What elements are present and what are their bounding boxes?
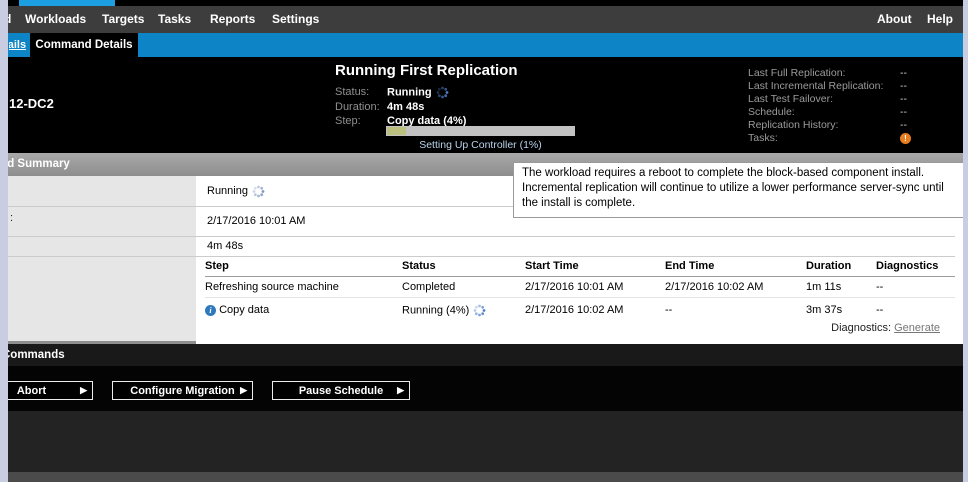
duration-field: Duration:4m 48s — [335, 101, 424, 114]
page-canvas: d Workloads Targets Tasks Reports Settin… — [0, 0, 968, 482]
main-nav: d Workloads Targets Tasks Reports Settin… — [8, 6, 963, 33]
arrow-right-icon: ▶ — [240, 386, 247, 395]
progress-fill — [387, 127, 406, 135]
nav-item-workloads[interactable]: Workloads — [25, 6, 86, 33]
commands-panel: Abort ▶ Configure Migration ▶ Pause Sche… — [8, 366, 963, 411]
progress-subtext: Setting Up Controller (1%) — [386, 139, 575, 151]
generate-diagnostics-link[interactable]: Generate — [894, 322, 940, 334]
info-icon[interactable]: i — [205, 305, 216, 316]
col-duration: Duration — [806, 260, 876, 272]
steps-table: Step Status Start Time End Time Duration… — [205, 256, 955, 322]
table-row: i Copy data Running (4%) 2/17/2016 10:02… — [205, 298, 955, 322]
replication-history-row: Replication History:-- — [748, 119, 907, 131]
tasks-warning-icon[interactable]: ! — [900, 133, 911, 144]
status-label: Status: — [335, 86, 387, 98]
replication-title: Running First Replication — [335, 62, 518, 79]
commands-title: Commands — [8, 344, 65, 366]
col-start-time: Start Time — [525, 260, 665, 272]
last-incremental-replication-row: Last Incremental Replication:-- — [748, 80, 907, 92]
nav-item-settings[interactable]: Settings — [272, 6, 319, 33]
tasks-row: Tasks:! — [748, 132, 911, 144]
progress-bar — [386, 126, 575, 136]
col-diagnostics: Diagnostics — [876, 260, 955, 272]
schedule-row: Schedule:-- — [748, 106, 907, 118]
col-status: Status — [402, 260, 525, 272]
col-step: Step — [205, 260, 402, 272]
diagnostics-line: Diagnostics: Generate — [831, 322, 940, 334]
summary-status-value: Running — [207, 185, 248, 197]
commands-header: Commands — [8, 344, 963, 366]
last-full-replication-row: Last Full Replication:-- — [748, 67, 907, 79]
nav-item-help[interactable]: Help — [927, 6, 953, 33]
workload-header: 12-DC2 Running First Replication Status:… — [8, 57, 963, 153]
last-test-failover-row: Last Test Failover:-- — [748, 93, 907, 105]
nav-item-reports[interactable]: Reports — [210, 6, 255, 33]
nav-item-targets[interactable]: Targets — [102, 6, 144, 33]
summary-start-value: 2/17/2016 10:01 AM — [207, 215, 305, 227]
pause-schedule-button[interactable]: Pause Schedule ▶ — [272, 381, 410, 400]
summary-row-duration: 4m 48s — [8, 236, 955, 257]
duration-value: 4m 48s — [387, 101, 424, 113]
tab-command-details[interactable]: Command Details — [30, 33, 138, 57]
workload-name: 12-DC2 — [9, 96, 54, 111]
status-field: Status:Running — [335, 86, 449, 99]
duration-label: Duration: — [335, 101, 387, 113]
app-window: d Workloads Targets Tasks Reports Settin… — [8, 0, 963, 482]
diagnostics-label: Diagnostics: — [831, 322, 891, 334]
abort-button[interactable]: Abort ▶ — [8, 381, 93, 400]
nav-item-fragment[interactable]: d — [8, 6, 13, 33]
arrow-right-icon: ▶ — [397, 386, 404, 395]
steps-table-header: Step Status Start Time End Time Duration… — [205, 256, 955, 277]
spinner-icon — [252, 185, 265, 198]
tab-bar: Details Command Details — [8, 33, 963, 57]
bottom-status-bar — [8, 472, 963, 482]
step-label: Step: — [335, 115, 387, 127]
nav-item-tasks[interactable]: Tasks — [158, 6, 191, 33]
col-end-time: End Time — [665, 260, 806, 272]
spinner-icon — [436, 86, 449, 99]
nav-item-about[interactable]: About — [877, 6, 912, 33]
tab-details[interactable]: Details — [9, 33, 26, 57]
arrow-right-icon: ▶ — [80, 386, 87, 395]
spinner-icon — [473, 304, 486, 317]
reboot-tooltip: The workload requires a reboot to comple… — [513, 162, 963, 218]
summary-duration-value: 4m 48s — [207, 240, 243, 252]
table-row: Refreshing source machine Completed 2/17… — [205, 277, 955, 298]
command-summary-title: Command Summary — [8, 153, 70, 176]
configure-migration-button[interactable]: Configure Migration ▶ — [112, 381, 253, 400]
lower-dark-band — [8, 411, 963, 472]
status-value: Running — [387, 86, 432, 98]
